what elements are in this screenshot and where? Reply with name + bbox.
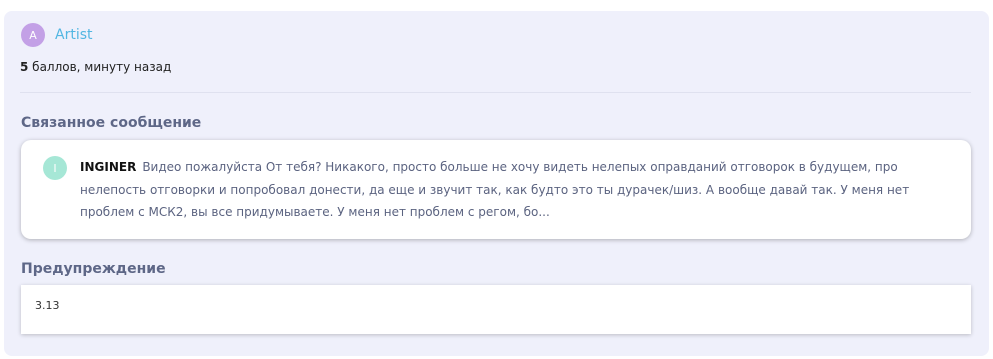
warning-title: Предупреждение xyxy=(21,261,166,277)
avatar[interactable]: A xyxy=(21,23,45,47)
related-message-title: Связанное сообщение xyxy=(21,115,202,131)
divider xyxy=(20,92,971,93)
message-content[interactable]: INGINER Видео пожалуйста От тебя? Никаког… xyxy=(80,156,950,224)
message-text: Видео пожалуйста От тебя? Никакого, прос… xyxy=(80,160,910,219)
related-message-box[interactable]: I INGINER Видео пожалуйста От тебя? Никак… xyxy=(21,140,971,239)
warning-box: 3.13 xyxy=(21,285,971,334)
author-link[interactable]: Artist xyxy=(55,27,93,43)
warning-value: 3.13 xyxy=(35,299,60,312)
post-header: A Artist xyxy=(21,23,93,47)
message-avatar[interactable]: I xyxy=(43,156,67,180)
message-author[interactable]: INGINER xyxy=(80,160,136,174)
points-suffix: баллов, минуту назад xyxy=(28,60,172,74)
post-meta: 5 баллов, минуту назад xyxy=(20,60,171,74)
warning-card: A Artist 5 баллов, минуту назад Связанно… xyxy=(4,11,989,356)
